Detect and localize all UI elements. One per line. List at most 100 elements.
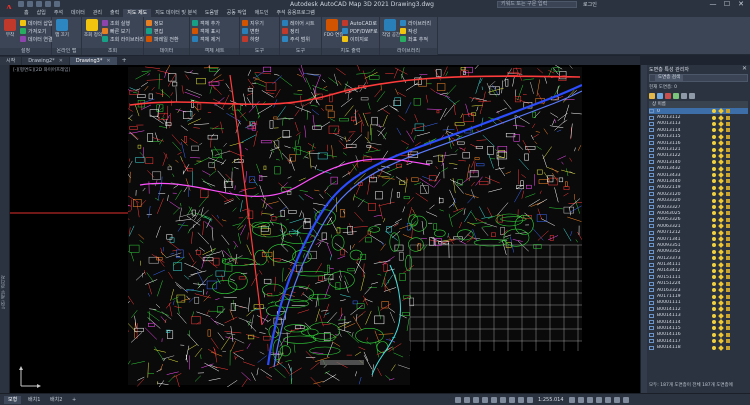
layer-on-icon[interactable] [712,345,716,350]
layer-on-icon[interactable] [712,300,716,305]
ribbon-tab[interactable]: 삽입 [33,9,50,17]
layer-freeze-icon[interactable] [718,255,724,262]
ribbon-small-button[interactable]: 조회 라이브러리 [102,35,144,43]
ribbon-small-button[interactable]: 지우기 [242,19,264,27]
layer-lock-icon[interactable] [726,256,730,261]
ribbon-small-button[interactable]: 빠른 보기 [102,27,130,35]
layer-lock-icon[interactable] [726,166,730,171]
ribbon-small-button[interactable]: 객체 추가 [192,19,220,27]
ribbon-small-button[interactable]: PDF/DWF로 [342,27,378,35]
ribbon-small-button[interactable]: 주석 범위 [282,35,310,43]
ribbon-small-button[interactable]: 조회 실행 [102,19,130,27]
layer-freeze-icon[interactable] [718,178,724,185]
layer-freeze-icon[interactable] [718,127,724,134]
isolate-icon[interactable] [595,397,602,403]
layer-on-icon[interactable] [712,237,716,241]
new-icon[interactable] [18,1,24,7]
ribbon-small-button[interactable]: 레이어 시트 [282,19,315,27]
layer-on-icon[interactable] [712,332,716,337]
delete-layer-icon[interactable] [665,93,671,99]
layer-freeze-icon[interactable] [718,293,724,300]
layer-freeze-icon[interactable] [718,210,724,217]
layer-lock-icon[interactable] [726,153,730,158]
quick-properties-icon[interactable] [586,397,593,403]
clean-screen-icon[interactable] [613,397,620,403]
annotation-scale[interactable]: 1:255.014 [538,397,564,403]
polar-icon[interactable] [482,397,488,403]
layer-lock-icon[interactable] [726,115,730,120]
layer-freeze-icon[interactable] [718,236,724,242]
layer-on-icon[interactable] [712,166,716,171]
layer-on-icon[interactable] [712,185,716,190]
ribbon-large-button[interactable]: 조회 정의 [84,19,102,41]
layer-freeze-icon[interactable] [718,108,724,115]
units-icon[interactable] [577,397,584,403]
close-icon[interactable]: ✕ [734,0,748,9]
layer-lock-icon[interactable] [726,198,730,203]
layer-on-icon[interactable] [712,307,716,312]
palette-close-icon[interactable]: ✕ [742,65,747,72]
new-tab-button[interactable]: + [118,57,131,65]
ribbon-small-button[interactable]: 객체 제거 [192,35,220,43]
ribbon-tab[interactable]: 공동 작업 [223,9,251,17]
layer-on-icon[interactable] [712,249,716,254]
layer-freeze-icon[interactable] [718,146,724,153]
layer-lock-icon[interactable] [726,281,730,286]
layer-lock-icon[interactable] [726,185,730,190]
ribbon-tab[interactable]: 홈 [20,9,33,17]
layer-lock-icon[interactable] [726,249,730,254]
layer-lock-icon[interactable] [726,121,730,126]
layer-on-icon[interactable] [712,217,716,222]
command-line[interactable] [320,360,364,365]
layer-lock-icon[interactable] [726,288,730,293]
document-tab[interactable]: Drawing3* ✕ [69,57,117,65]
layer-on-icon[interactable] [712,326,716,331]
ribbon-tab[interactable]: 지도 데이터 및 분석 [151,9,201,17]
layer-on-icon[interactable] [712,128,716,133]
layer-on-icon[interactable] [712,320,716,325]
layer-freeze-icon[interactable] [718,306,724,313]
layer-freeze-icon[interactable] [718,242,724,249]
layer-freeze-icon[interactable] [718,153,724,159]
refresh-icon[interactable] [681,93,687,99]
layer-lock-icon[interactable] [726,294,730,299]
layer-freeze-icon[interactable] [718,197,724,204]
layer-on-icon[interactable] [712,288,716,293]
layer-freeze-icon[interactable] [718,114,724,121]
layer-freeze-icon[interactable] [718,172,724,178]
tab-close-icon[interactable]: ✕ [59,58,63,64]
new-layer-icon[interactable] [649,93,655,99]
minimize-icon[interactable]: — [706,0,720,9]
ribbon-small-button[interactable]: 좌표 추적 [400,35,428,43]
layer-lock-icon[interactable] [726,320,730,325]
layer-on-icon[interactable] [712,275,716,280]
layer-lock-icon[interactable] [726,160,730,165]
ribbon-small-button[interactable]: 파레일 전환 [146,35,179,43]
ribbon-tab[interactable]: 관리 [89,9,106,17]
annotation-icon[interactable] [527,397,533,403]
layer-lock-icon[interactable] [726,313,730,318]
layer-lock-icon[interactable] [726,300,730,305]
map-drawing[interactable] [0,65,640,393]
layer-on-icon[interactable] [712,115,716,120]
selection-icon[interactable] [518,397,524,403]
layer-lock-icon[interactable] [726,307,730,312]
workspace-icon[interactable] [568,397,575,403]
ribbon-tab[interactable]: 데이터 [67,9,89,17]
ribbon-large-button[interactable]: 부착 [2,19,18,41]
grid-icon[interactable] [455,397,461,403]
ribbon-small-button[interactable]: 정보 [146,19,163,27]
layer-on-icon[interactable] [712,141,716,146]
layer-freeze-icon[interactable] [718,216,724,223]
hardware-accel-icon[interactable] [604,397,611,403]
layer-lock-icon[interactable] [726,345,730,350]
layer-lock-icon[interactable] [726,230,730,235]
layer-on-icon[interactable] [712,147,716,152]
ribbon-small-button[interactable]: AutoCAD로 [342,19,377,27]
ribbon-tab[interactable]: 주석 [50,9,67,17]
ribbon-large-button[interactable]: 작업 공간 [382,19,400,41]
layer-lock-icon[interactable] [726,109,730,114]
layer-lock-icon[interactable] [726,275,730,280]
ribbon-tab[interactable]: 지도 제도 [123,9,152,17]
ribbon-large-button[interactable]: FDO 연결 [324,19,343,41]
